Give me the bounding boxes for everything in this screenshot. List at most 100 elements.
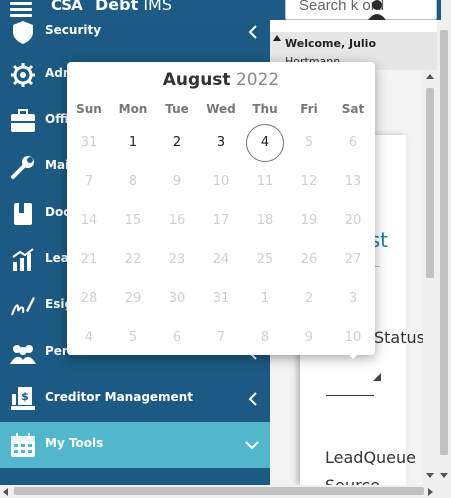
calendar-day: 28 bbox=[80, 291, 98, 306]
welcome-subtext: Hortmann bbox=[285, 55, 341, 62]
scroll-right-icon[interactable] bbox=[428, 488, 433, 496]
chevron-down-icon bbox=[245, 441, 259, 450]
book-icon bbox=[14, 203, 32, 225]
creditor-icon: $ bbox=[11, 387, 35, 410]
weekday-label: Wed bbox=[206, 102, 236, 116]
chevron-left-icon bbox=[248, 25, 257, 39]
calendar-day: 29 bbox=[124, 291, 142, 306]
calendar-day: 14 bbox=[80, 213, 98, 228]
calendar-day[interactable]: 4 bbox=[246, 124, 284, 162]
calendar-day: 3 bbox=[348, 291, 358, 306]
calendar-icon bbox=[11, 433, 35, 457]
people-icon bbox=[10, 345, 36, 364]
signature-icon bbox=[11, 297, 35, 316]
calendar-day: 16 bbox=[168, 213, 186, 228]
datepicker-pointer bbox=[347, 353, 359, 359]
sidebar-item-my-tools[interactable]: My Tools bbox=[0, 422, 270, 468]
weekday-label: Fri bbox=[300, 102, 318, 116]
calendar-day: 18 bbox=[256, 213, 274, 228]
calendar-day: 27 bbox=[344, 252, 362, 267]
user-icon[interactable] bbox=[366, 0, 388, 20]
top-scroll-area bbox=[441, 0, 451, 20]
calendar-day: 26 bbox=[300, 252, 318, 267]
calendar-day: 12 bbox=[300, 174, 318, 189]
scroll-up-icon[interactable] bbox=[426, 74, 434, 79]
calendar-day: 11 bbox=[256, 174, 274, 189]
calendar-day: 13 bbox=[344, 174, 362, 189]
calendar-day: 25 bbox=[256, 252, 274, 267]
sidebar-item-creditor-management[interactable]: $ Creditor Management bbox=[0, 376, 270, 422]
calendar-day: 4 bbox=[84, 330, 94, 345]
calendar-day[interactable]: 1 bbox=[114, 124, 152, 162]
status-label: Status bbox=[374, 328, 425, 347]
sidebar-item-label: My Tools bbox=[45, 436, 104, 450]
calendar-day: 6 bbox=[172, 330, 182, 345]
calendar-day: 1 bbox=[260, 291, 270, 306]
scroll-down-icon[interactable] bbox=[440, 473, 448, 478]
search-input[interactable]: Search k ord bbox=[285, 0, 437, 20]
calendar-day: 10 bbox=[212, 174, 230, 189]
datepicker-popup: August 2022 Sun Mon Tue Wed Thu Fri Sat 31 1 2 3 4 5… bbox=[67, 62, 375, 355]
hamburger-menu-icon[interactable] bbox=[10, 2, 32, 17]
calendar-day: 30 bbox=[168, 291, 186, 306]
sidebar-item-label: Mai bbox=[45, 158, 70, 172]
app-title: Debt IMS bbox=[95, 0, 172, 14]
svg-text:$: $ bbox=[21, 390, 29, 403]
top-header: CSA Debt IMS Search k ord bbox=[0, 0, 451, 20]
calendar-day: 5 bbox=[304, 135, 314, 150]
calendar-day: 7 bbox=[84, 174, 94, 189]
calendar-day: 7 bbox=[216, 330, 226, 345]
weekday-label: Sat bbox=[341, 102, 365, 116]
calendar-day: 5 bbox=[128, 330, 138, 345]
calendar-day: 23 bbox=[168, 252, 186, 267]
page-scrollbar-thumb[interactable] bbox=[440, 30, 448, 455]
wrench-icon bbox=[11, 156, 34, 179]
calendar-day: 17 bbox=[212, 213, 230, 228]
scroll-up-arrow-icon[interactable] bbox=[273, 35, 281, 41]
weekday-label: Tue bbox=[165, 102, 189, 116]
horizontal-scrollbar-thumb[interactable] bbox=[14, 487, 424, 495]
sidebar-item-label: Security bbox=[45, 23, 102, 37]
calendar-day[interactable]: 3 bbox=[202, 124, 240, 162]
resize-handle-icon[interactable] bbox=[373, 373, 381, 381]
source-label: Source bbox=[325, 476, 380, 485]
calendar-day: 8 bbox=[128, 174, 138, 189]
shield-icon bbox=[13, 21, 33, 44]
calendar-day[interactable]: 2 bbox=[158, 124, 196, 162]
lead-queue-label: LeadQueue bbox=[325, 448, 416, 467]
calendar-day: 15 bbox=[124, 213, 142, 228]
datepicker-year: 2022 bbox=[235, 70, 280, 90]
welcome-text: Welcome, Julio bbox=[285, 37, 377, 50]
calendar-day: 6 bbox=[348, 135, 358, 150]
calendar-day: 24 bbox=[212, 252, 230, 267]
calendar-day: 20 bbox=[344, 213, 362, 228]
chevron-left-icon bbox=[248, 392, 257, 406]
csa-logo: CSA bbox=[51, 0, 83, 14]
gear-icon bbox=[11, 63, 35, 87]
sidebar-item-label: Offi bbox=[45, 112, 69, 126]
sidebar-item-label: Creditor Management bbox=[45, 390, 193, 404]
chart-icon bbox=[12, 248, 34, 271]
status-field-underline[interactable] bbox=[326, 395, 374, 396]
app-title-suffix: IMS bbox=[143, 0, 173, 14]
calendar-day: 21 bbox=[80, 252, 98, 267]
sidebar-item-label: Lea bbox=[45, 251, 69, 265]
weekday-label: Sun bbox=[76, 102, 102, 116]
datepicker-month-year[interactable]: August 2022 bbox=[67, 70, 375, 90]
weekday-label: Mon bbox=[118, 102, 148, 116]
scroll-down-icon[interactable] bbox=[426, 473, 434, 478]
scroll-left-icon[interactable] bbox=[3, 488, 8, 496]
calendar-day: 2 bbox=[304, 291, 314, 306]
calendar-day: 9 bbox=[172, 174, 182, 189]
calendar-day: 19 bbox=[300, 213, 318, 228]
calendar-day: 31 bbox=[80, 135, 98, 150]
calendar-day: 22 bbox=[124, 252, 142, 267]
briefcase-icon bbox=[11, 109, 35, 132]
app-title-prefix: Debt bbox=[95, 0, 139, 14]
content-scrollbar-thumb[interactable] bbox=[426, 88, 434, 278]
datepicker-month: August bbox=[162, 70, 231, 90]
weekday-label: Thu bbox=[252, 102, 278, 116]
calendar-day: 9 bbox=[304, 330, 314, 345]
sidebar-item-security[interactable]: Security bbox=[0, 20, 270, 55]
calendar-day: 31 bbox=[212, 291, 230, 306]
